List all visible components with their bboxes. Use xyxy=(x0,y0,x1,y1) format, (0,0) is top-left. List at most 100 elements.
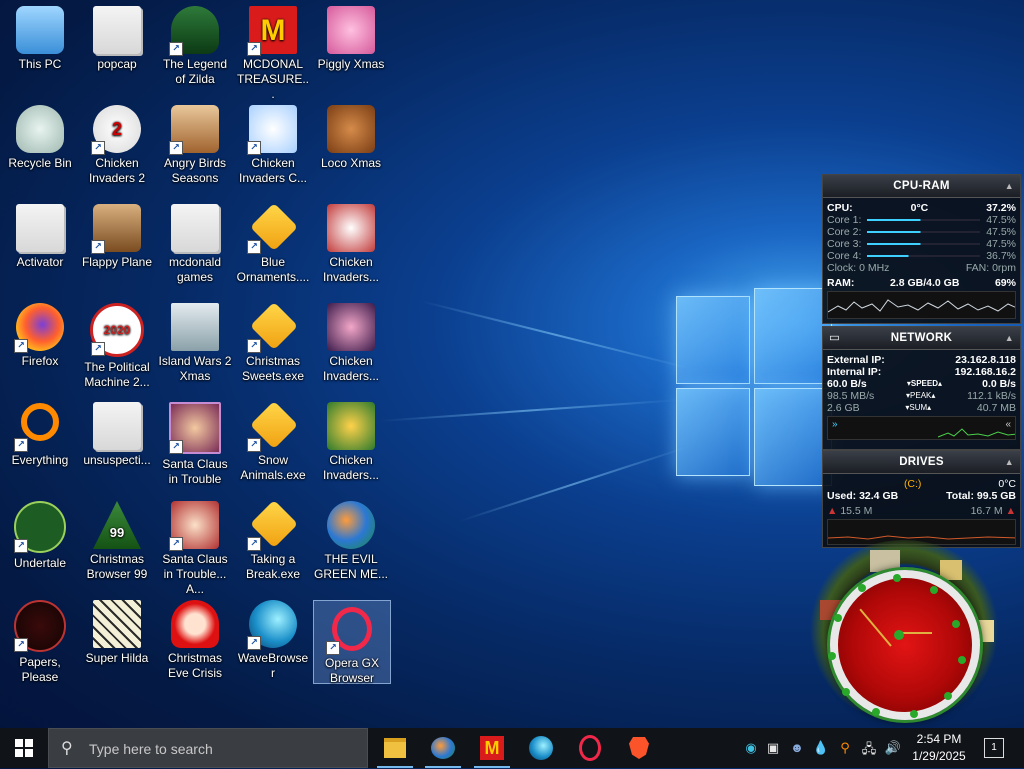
desktop-icon-super-hilda[interactable]: Super Hilda xyxy=(79,596,155,666)
chicken-icon xyxy=(327,402,375,450)
flappy-plane-icon: ↗ xyxy=(91,204,141,254)
icon-label: THE EVIL GREEN ME... xyxy=(314,552,389,581)
desktop-icon-santa-claus-in-trouble[interactable]: ↗ Santa Claus in Trouble xyxy=(157,398,233,487)
desktop-icon-everything[interactable]: ↗ Everything xyxy=(2,398,78,468)
desktop-icon-evil-green-me[interactable]: THE EVIL GREEN ME... xyxy=(313,497,389,582)
droplet-tray-icon[interactable]: 💧 xyxy=(812,740,830,756)
desktop-icon-christmas-browser-99[interactable]: 99 Christmas Browser 99 xyxy=(79,497,155,582)
icon-label: Opera GX Browser xyxy=(324,656,380,685)
recycle-bin-icon xyxy=(16,105,64,153)
icon-label: mcdonald games xyxy=(168,255,222,284)
icon-label: Chicken Invaders... xyxy=(322,354,380,383)
app-package-icon: ↗ xyxy=(247,501,297,551)
desktop-icon-recycle-bin[interactable]: Recycle Bin xyxy=(2,101,78,171)
santa-icon: ↗ xyxy=(169,402,221,454)
chicken-icon xyxy=(327,303,375,351)
clock-fan-row: Clock: 0 MHz FAN: 0rpm xyxy=(827,262,1016,274)
core-bar xyxy=(867,231,981,233)
desktop-icon-legend-of-zilda[interactable]: ↗ The Legend of Zilda xyxy=(157,2,233,87)
desktop-icon-chicken-invaders-c[interactable]: ↗ Chicken Invaders C... xyxy=(235,101,311,186)
core-bar xyxy=(867,243,981,245)
icon-label: Christmas Browser 99 xyxy=(86,552,148,581)
icon-label: Chicken Invaders C... xyxy=(238,156,308,185)
collapse-icon[interactable]: ▲ xyxy=(1005,327,1014,349)
desktop-icon-papers-please[interactable]: ↗ Papers, Please xyxy=(2,596,78,685)
undertale-icon: ↗ xyxy=(14,501,66,553)
drive-usage-row: Used: 32.4 GB Total: 99.5 GB xyxy=(827,490,1016,502)
desktop-icon-island-wars-2-xmas[interactable]: Island Wars 2 Xmas xyxy=(157,299,233,384)
desktop-icon-firefox[interactable]: ↗ Firefox xyxy=(2,299,78,369)
desktop-icon-mcdonal-treasure[interactable]: M ↗ MCDONAL TREASURE... xyxy=(235,2,311,102)
icon-label: The Legend of Zilda xyxy=(162,57,228,86)
ram-row: RAM: 2.8 GB/4.0 GB 69% xyxy=(827,277,1016,289)
desktop-icon-chicken-invaders-2[interactable]: 2 ↗ Chicken Invaders 2 xyxy=(79,101,155,186)
santa-face-icon xyxy=(171,600,219,648)
icon-label: Piggly Xmas xyxy=(317,57,385,71)
wallpaper-beam xyxy=(459,445,689,522)
network-tray-icon[interactable]: 🖧 xyxy=(860,740,878,762)
desktop-icon-blue-ornaments[interactable]: ↗ Blue Ornaments.... xyxy=(235,200,311,285)
pig-icon xyxy=(327,6,375,54)
core-bar xyxy=(867,219,981,221)
opera-gx-icon xyxy=(579,735,601,761)
desktop-icon-activator[interactable]: Activator xyxy=(2,200,78,270)
desktop-icon-mcdonald-games[interactable]: mcdonald games xyxy=(157,200,233,285)
volume-icon[interactable]: 🔊 xyxy=(884,740,902,756)
desktop-icon-flappy-plane[interactable]: ↗ Flappy Plane xyxy=(79,200,155,270)
icon-label: The Political Machine 2... xyxy=(84,360,150,389)
chicken-icon: 2 ↗ xyxy=(91,105,141,155)
icon-label: MCDONAL TREASURE... xyxy=(236,57,309,101)
wavebrowser-tray-icon[interactable]: ◉ xyxy=(742,740,760,756)
tray-app-icon[interactable]: ▣ xyxy=(764,740,782,756)
desktop-icon-unsuspecti[interactable]: unsuspecti... xyxy=(79,398,155,468)
santa-icon: ↗ xyxy=(169,501,219,551)
taskbar-messenger[interactable] xyxy=(421,728,465,768)
desktop-icon-christmas-eve-crisis[interactable]: Christmas Eve Crisis xyxy=(157,596,233,681)
papers-please-icon: ↗ xyxy=(14,600,66,652)
collapse-icon[interactable]: ▲ xyxy=(1005,175,1014,197)
people-tray-icon[interactable]: ☻ xyxy=(788,740,806,755)
desktop-icon-political-machine[interactable]: 2020 ↗ The Political Machine 2... xyxy=(79,299,155,390)
desktop-icon-santa-claus-in-trouble-a[interactable]: ↗ Santa Claus in Trouble... A... xyxy=(157,497,233,597)
everything-tray-icon[interactable]: ⚲ xyxy=(836,740,854,756)
desktop-icon-chicken-invaders-4[interactable]: Chicken Invaders... xyxy=(313,299,389,384)
desktop-icon-piggly-xmas[interactable]: Piggly Xmas xyxy=(313,2,389,72)
desktop-icon-taking-a-break[interactable]: ↗ Taking a Break.exe xyxy=(235,497,311,582)
desktop-icon-undertale[interactable]: ↗ Undertale xyxy=(2,497,78,571)
zilda-icon: ↗ xyxy=(169,6,219,56)
desktop-icon-chicken-invaders-5[interactable]: Chicken Invaders... xyxy=(313,398,389,483)
desktop-icon-angry-birds-seasons[interactable]: ↗ Angry Birds Seasons xyxy=(157,101,233,186)
collapse-icon[interactable]: ▲ xyxy=(1005,451,1014,473)
sum-row: 2.6 GB ▾SUM▴ 40.7 MB xyxy=(827,402,1016,414)
search-placeholder: Type here to search xyxy=(89,741,213,757)
icon-label: Island Wars 2 Xmas xyxy=(158,354,232,383)
folder-icon xyxy=(171,204,219,252)
drives-title: DRIVES ▲ xyxy=(823,451,1020,474)
taskbar-mcdonalds[interactable]: M xyxy=(470,728,514,768)
notification-center-button[interactable]: 1 xyxy=(984,738,1004,758)
icon-label: Christmas Eve Crisis xyxy=(167,651,222,680)
start-button[interactable] xyxy=(0,728,48,768)
taskbar-search-box[interactable]: ⚲ Type here to search xyxy=(48,728,368,768)
taskbar-file-explorer[interactable] xyxy=(373,728,417,768)
desktop-icon-christmas-sweets[interactable]: ↗ Christmas Sweets.exe xyxy=(235,299,311,384)
icon-label: Christmas Sweets.exe xyxy=(241,354,305,383)
notification-count-badge: 1 xyxy=(991,742,997,753)
desktop-icon-loco-xmas[interactable]: Loco Xmas xyxy=(313,101,389,171)
taskbar-opera-gx[interactable] xyxy=(568,728,612,768)
desktop-icon-wavebrowser[interactable]: ↗ WaveBrowser xyxy=(235,596,311,681)
icon-label: Recycle Bin xyxy=(8,156,72,170)
icon-label: Chicken Invaders... xyxy=(322,255,380,284)
desktop-icon-opera-gx[interactable]: ↗ Opera GX Browser xyxy=(313,600,391,685)
icon-label: This PC xyxy=(18,57,62,71)
desktop-icon-chicken-invaders-3[interactable]: Chicken Invaders... xyxy=(313,200,389,285)
desktop-icon-popcap[interactable]: popcap xyxy=(79,2,155,72)
network-gadget: ▭ NETWORK ▲ External IP: 23.162.8.118 Inter… xyxy=(822,326,1021,450)
taskbar-clock[interactable]: 2:54 PM 1/29/2025 xyxy=(906,731,972,765)
internal-ip-row: Internal IP: 192.168.16.2 xyxy=(827,366,1016,378)
taskbar-brave[interactable] xyxy=(617,728,661,768)
wallpaper-windows-logo xyxy=(672,282,834,492)
taskbar-wavebrowser[interactable] xyxy=(519,728,563,768)
desktop-icon-this-pc[interactable]: This PC xyxy=(2,2,78,72)
desktop-icon-snow-animals[interactable]: ↗ Snow Animals.exe xyxy=(235,398,311,483)
